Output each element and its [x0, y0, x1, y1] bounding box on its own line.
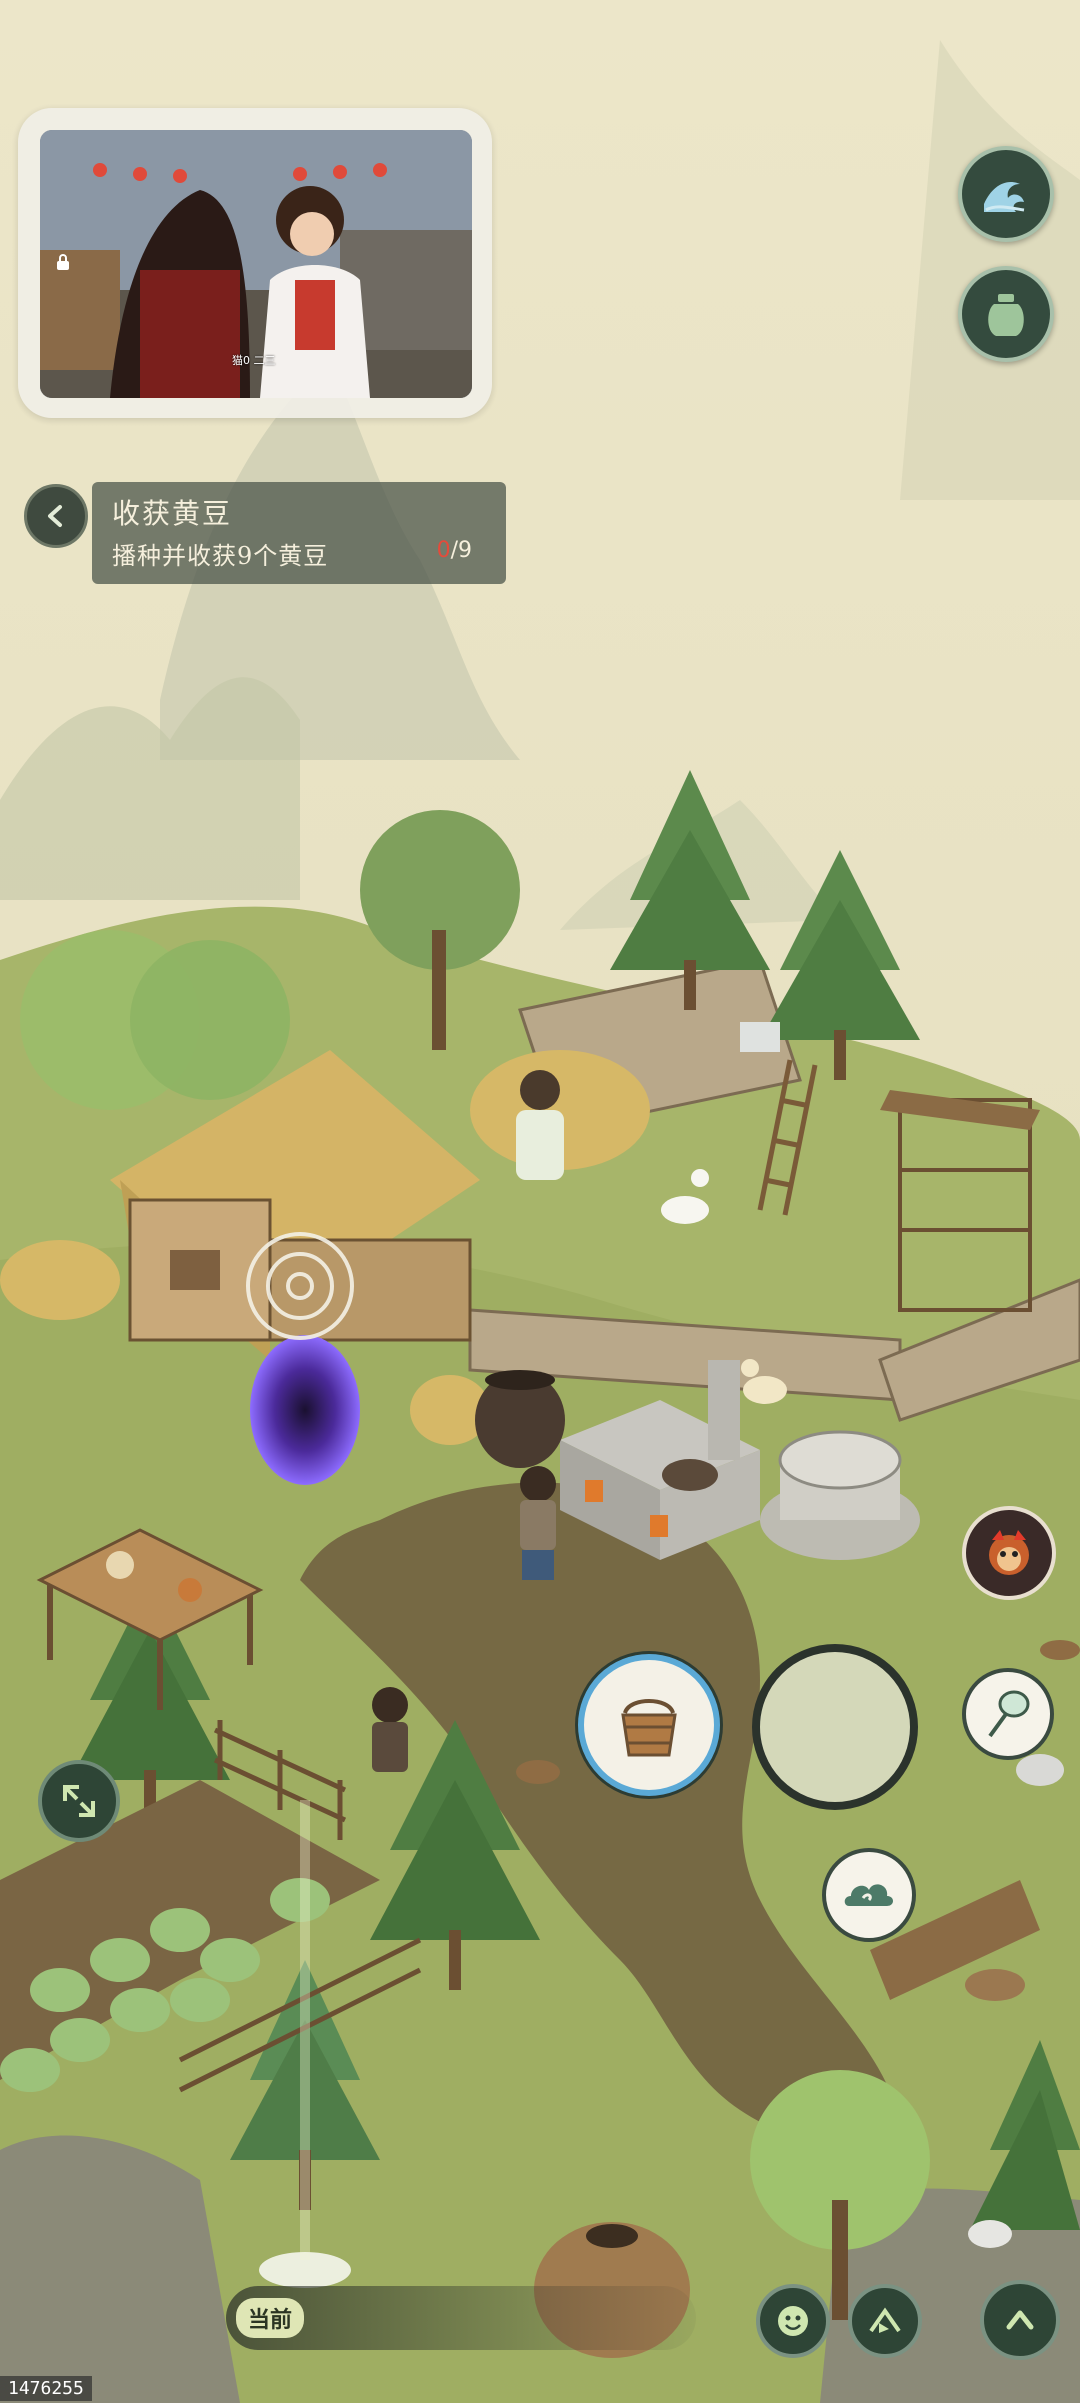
emote-button[interactable]: [756, 2284, 830, 2358]
net-icon: [988, 1690, 1030, 1738]
joystick-icon: [830, 1722, 840, 1732]
joystick[interactable]: [752, 1644, 918, 1810]
device-id: 1476255: [0, 2376, 92, 2401]
monkey-face-icon: [989, 1530, 1029, 1575]
quest-description: 播种并收获9个黄豆: [112, 542, 329, 570]
bucket-icon: [621, 1699, 677, 1757]
jar-button[interactable]: [958, 266, 1054, 362]
video-caption: 猫0 二三: [232, 354, 276, 367]
quest-progress-total: /9: [450, 538, 472, 563]
bucket-tool-button[interactable]: [578, 1654, 720, 1796]
expand-view-button[interactable]: [38, 1760, 120, 1842]
fish-icon: [869, 2307, 901, 2333]
chevron-left-icon: [48, 505, 62, 527]
player-character[interactable]: [520, 1466, 556, 1580]
quest-progress: 0/9: [437, 538, 472, 563]
fish-button[interactable]: [848, 2284, 922, 2358]
wave-icon: [984, 182, 1025, 212]
purple-portal[interactable]: [250, 1335, 360, 1485]
jar-icon: [988, 294, 1024, 336]
npc-girl[interactable]: [516, 1070, 564, 1180]
net-tool-button[interactable]: [962, 1668, 1054, 1760]
expand-arrows-icon: [63, 1785, 95, 1817]
quest-collapse-button[interactable]: [24, 484, 88, 548]
cloud-skill-button[interactable]: [822, 1848, 916, 1942]
lock-icon[interactable]: [56, 254, 78, 276]
cloud-icon: [844, 1884, 893, 1906]
smile-icon: [778, 2306, 808, 2336]
npc-child[interactable]: [372, 1687, 408, 1772]
chevron-up-icon: [1006, 2310, 1034, 2330]
quest-panel[interactable]: 收获黄豆 播种并收获9个黄豆 0/9: [92, 482, 506, 584]
monkey-skill-button[interactable]: [962, 1506, 1056, 1600]
current-location-label[interactable]: 当前: [236, 2298, 305, 2338]
quest-title: 收获黄豆: [112, 497, 233, 530]
quest-progress-current: 0: [436, 538, 451, 563]
wave-button[interactable]: [958, 146, 1054, 242]
millstone[interactable]: [760, 1430, 920, 1560]
chevron-up-button[interactable]: [980, 2280, 1060, 2360]
